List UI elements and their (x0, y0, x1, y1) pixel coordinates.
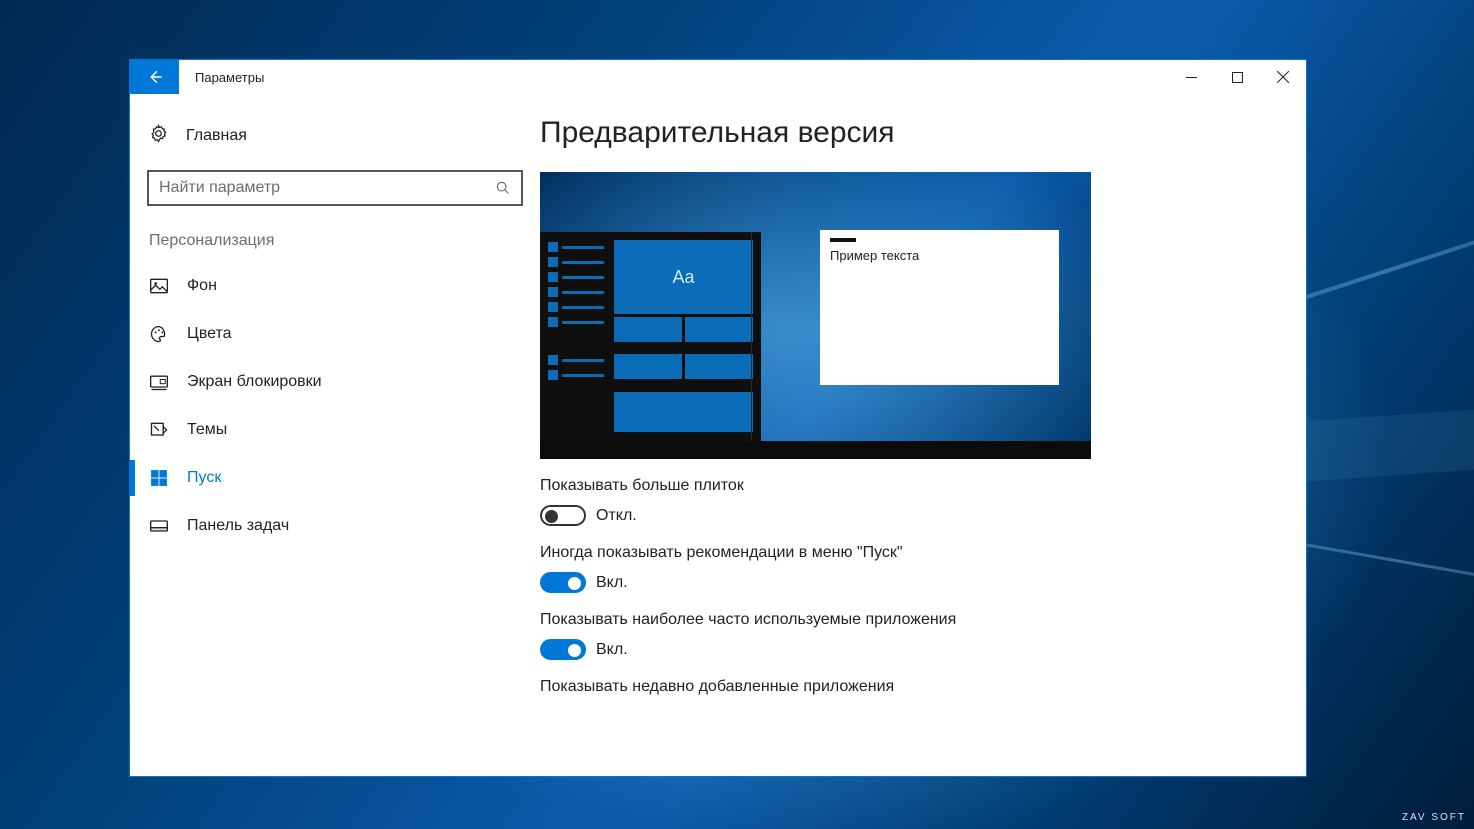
option-label: Иногда показывать рекомендации в меню "П… (540, 544, 1276, 562)
window-controls (1168, 60, 1306, 94)
arrow-left-icon (146, 68, 164, 86)
close-icon (1277, 71, 1289, 83)
option-recently-added: Показывать недавно добавленные приложени… (540, 678, 1276, 696)
section-header: Персонализация (130, 214, 540, 256)
option-show-more-tiles: Показывать больше плиток Откл. (540, 477, 1276, 526)
titlebar: Параметры (130, 60, 1306, 94)
sidebar: Главная Персонализация Фон (130, 94, 540, 776)
maximize-button[interactable] (1214, 60, 1260, 94)
toggle-show-more-tiles[interactable] (540, 505, 586, 526)
content-pane[interactable]: Предварительная версия (540, 94, 1306, 776)
home-label: Главная (186, 127, 247, 145)
sidebar-item-lockscreen[interactable]: Экран блокировки (130, 358, 540, 406)
nav-list: Фон Цвета Экран блокировки (130, 256, 540, 550)
option-show-suggestions: Иногда показывать рекомендации в меню "П… (540, 544, 1276, 593)
toggle-state: Вкл. (596, 574, 628, 592)
toggle-state: Откл. (596, 507, 637, 525)
sidebar-item-taskbar[interactable]: Панель задач (130, 502, 540, 550)
search-input[interactable] (159, 179, 495, 197)
preview-sample-text: Пример текста (830, 248, 1049, 263)
home-button[interactable]: Главная (130, 116, 540, 156)
option-most-used-apps: Показывать наиболее часто используемые п… (540, 611, 1276, 660)
search-box[interactable] (147, 170, 523, 206)
toggle-state: Вкл. (596, 641, 628, 659)
maximize-icon (1232, 72, 1243, 83)
option-label: Показывать больше плиток (540, 477, 1276, 495)
settings-window: Параметры Главная (129, 59, 1307, 777)
start-preview: Aa Пример текста (540, 172, 1091, 459)
sidebar-item-label: Темы (187, 421, 227, 439)
sidebar-item-background[interactable]: Фон (130, 262, 540, 310)
sidebar-item-label: Фон (187, 277, 217, 295)
preview-sample-card: Пример текста (820, 230, 1059, 385)
toggle-show-suggestions[interactable] (540, 572, 586, 593)
gear-icon (149, 124, 168, 148)
sidebar-item-themes[interactable]: Темы (130, 406, 540, 454)
sidebar-item-colors[interactable]: Цвета (130, 310, 540, 358)
search-icon (495, 180, 511, 196)
window-title: Параметры (179, 60, 264, 94)
lockscreen-icon (149, 372, 169, 392)
sidebar-item-start[interactable]: Пуск (130, 454, 540, 502)
minimize-icon (1186, 72, 1197, 83)
themes-icon (149, 420, 169, 440)
sidebar-item-label: Цвета (187, 325, 232, 343)
start-icon (149, 468, 169, 488)
sidebar-item-label: Экран блокировки (187, 373, 322, 391)
toggle-most-used-apps[interactable] (540, 639, 586, 660)
taskbar-icon (149, 516, 169, 536)
minimize-button[interactable] (1168, 60, 1214, 94)
palette-icon (149, 324, 169, 344)
sidebar-item-label: Пуск (187, 469, 221, 487)
option-label: Показывать наиболее часто используемые п… (540, 611, 1276, 629)
page-title: Предварительная версия (540, 116, 1276, 150)
back-button[interactable] (130, 60, 179, 94)
image-icon (149, 276, 169, 296)
close-button[interactable] (1260, 60, 1306, 94)
sidebar-item-label: Панель задач (187, 517, 289, 535)
option-label: Показывать недавно добавленные приложени… (540, 678, 1276, 696)
watermark: ZAV SOFT (1402, 812, 1466, 823)
preview-tile-glyph: Aa (614, 240, 753, 314)
